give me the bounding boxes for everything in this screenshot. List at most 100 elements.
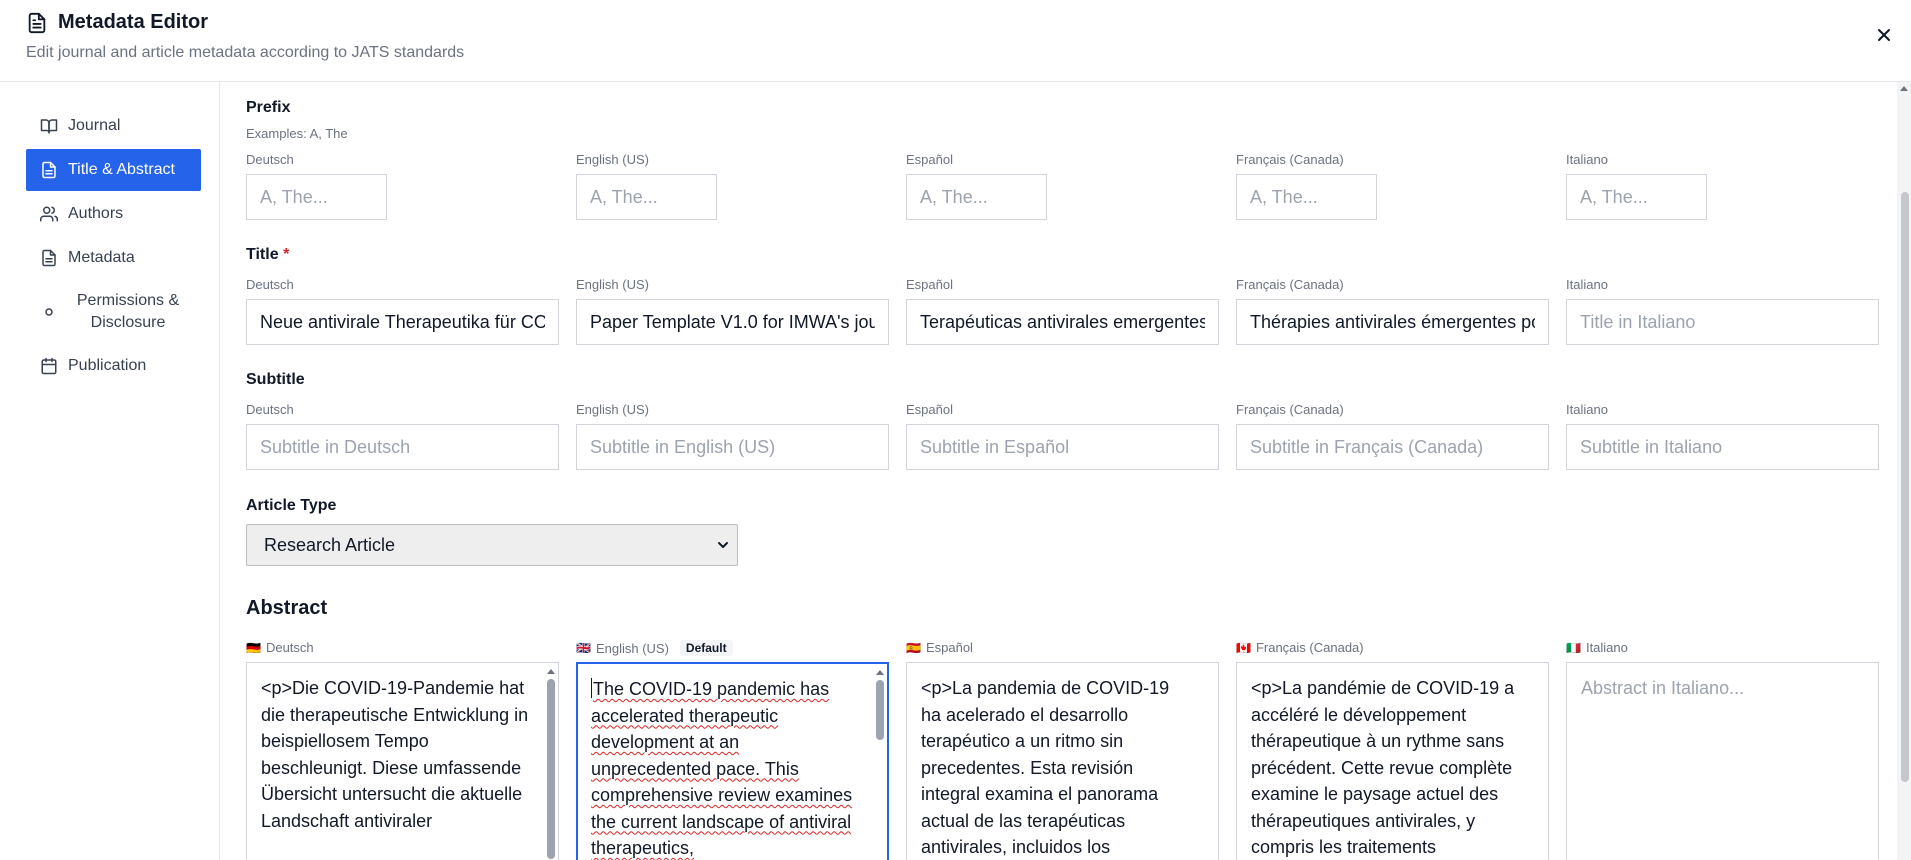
- document-icon: [28, 12, 46, 33]
- lang-label-it: Italiano: [1566, 152, 1608, 167]
- subtitle-input-en[interactable]: [576, 424, 889, 470]
- lang-label-es: Español: [906, 152, 953, 167]
- abstract-text-en: The COVID-19 pandemic has accelerated th…: [591, 676, 874, 860]
- lang-label-de: Deutsch: [246, 152, 294, 167]
- prefix-input-fr[interactable]: [1236, 174, 1377, 220]
- sidebar-item-label: Authors: [68, 205, 124, 222]
- sidebar-item-label: Permissions & Disclosure: [76, 292, 180, 331]
- lang-label-de: Deutsch: [246, 402, 294, 417]
- sidebar-item-label: Metadata: [68, 249, 135, 266]
- abstract-lang-label-fr: 🇨🇦 Français (Canada): [1236, 640, 1364, 655]
- scroll-up-arrow-icon[interactable]: [1900, 86, 1908, 91]
- subtitle-input-es[interactable]: [906, 424, 1219, 470]
- prefix-label: Prefix: [246, 99, 291, 116]
- document-icon: [42, 249, 56, 267]
- document-icon: [42, 161, 56, 179]
- close-button[interactable]: [1873, 24, 1895, 46]
- sidebar-item-label: Journal: [68, 117, 121, 134]
- lang-label-en: English (US): [576, 402, 649, 417]
- sidebar-item-publication[interactable]: Publication: [26, 345, 201, 387]
- page-title: Metadata Editor: [58, 11, 209, 33]
- textarea-scrollbar[interactable]: [875, 668, 885, 860]
- title-row: Metadata Editor: [26, 11, 208, 34]
- abstract-text: <p>La pandémie de COVID-19 a accéléré le…: [1251, 678, 1515, 857]
- subtitle-input-it[interactable]: [1566, 424, 1879, 470]
- lang-label-fr: Français (Canada): [1236, 152, 1344, 167]
- abstract-textarea-de[interactable]: <p>Die COVID-19-Pandemie hat die therape…: [246, 662, 559, 860]
- abstract-textarea-es[interactable]: <p>La pandemia de COVID-19 ha acelerado …: [906, 662, 1219, 860]
- title-label-text: Title: [246, 246, 279, 263]
- abstract-textarea-fr[interactable]: <p>La pandémie de COVID-19 a accéléré le…: [1236, 662, 1549, 860]
- scroll-thumb[interactable]: [1901, 192, 1909, 782]
- title-input-de[interactable]: [246, 299, 559, 345]
- text-caret: [591, 678, 592, 698]
- abstract-placeholder: Abstract in Italiano...: [1581, 678, 1745, 698]
- subtitle-input-fr[interactable]: [1236, 424, 1549, 470]
- title-label: Title *: [246, 246, 289, 264]
- flag-de-icon: 🇩🇪: [246, 640, 261, 655]
- subtitle-input-de[interactable]: [246, 424, 559, 470]
- sidebar-item-metadata[interactable]: Metadata: [26, 237, 201, 279]
- article-type-value: Research Article: [264, 534, 396, 555]
- sidebar-item-authors[interactable]: Authors: [26, 193, 201, 235]
- sidebar-item-journal[interactable]: Journal: [26, 105, 201, 147]
- sidebar-item-label: Publication: [68, 357, 147, 374]
- abstract-lang-text: Français (Canada): [1255, 640, 1364, 655]
- sidebar-item-title-abstract[interactable]: Title & Abstract: [26, 149, 201, 191]
- abstract-text: <p>Die COVID-19-Pandemie hat die therape…: [261, 678, 529, 831]
- flag-es-icon: 🇪🇸: [906, 640, 921, 655]
- close-icon: [1878, 29, 1890, 41]
- abstract-heading: Abstract: [246, 597, 328, 619]
- sidebar-item-label: Title & Abstract: [68, 161, 175, 178]
- article-type-label: Article Type: [246, 497, 337, 514]
- lang-label-fr: Français (Canada): [1236, 277, 1344, 292]
- main-content: Prefix Examples: A, The Deutsch English …: [221, 82, 1911, 860]
- flag-ca-icon: 🇨🇦: [1236, 640, 1251, 655]
- textarea-scrollbar[interactable]: [546, 667, 556, 860]
- users-icon: [40, 206, 58, 222]
- abstract-text: <p>La pandemia de COVID-19 ha acelerado …: [921, 678, 1170, 857]
- prefix-input-es[interactable]: [906, 174, 1047, 220]
- abstract-lang-text: Deutsch: [265, 640, 314, 655]
- sidebar: Journal Title & Abstract Authors Metadat…: [0, 82, 220, 860]
- lang-label-es: Español: [906, 277, 953, 292]
- abstract-lang-text: English (US): [595, 640, 669, 656]
- prefix-input-de[interactable]: [246, 174, 387, 220]
- abstract-lang-label-de: 🇩🇪 Deutsch: [246, 640, 314, 655]
- prefix-input-it[interactable]: [1566, 174, 1707, 220]
- lang-label-en: English (US): [576, 277, 649, 292]
- title-input-fr[interactable]: [1236, 299, 1549, 345]
- lang-label-it: Italiano: [1566, 402, 1608, 417]
- prefix-input-en[interactable]: [576, 174, 717, 220]
- abstract-textarea-it[interactable]: Abstract in Italiano...: [1566, 662, 1879, 860]
- required-marker: *: [283, 246, 290, 263]
- abstract-lang-label-it: 🇮🇹 Italiano: [1566, 640, 1628, 655]
- abstract-text: The COVID-19 pandemic has accelerated th…: [591, 679, 853, 858]
- lang-label-es: Español: [906, 402, 953, 417]
- book-icon: [40, 119, 58, 134]
- flag-gb-icon: 🇬🇧: [576, 641, 591, 655]
- abstract-textarea-en[interactable]: The COVID-19 pandemic has accelerated th…: [576, 662, 889, 860]
- abstract-lang-text: Español: [925, 640, 973, 655]
- page-scrollbar[interactable]: [1897, 82, 1911, 860]
- title-input-en[interactable]: [576, 299, 889, 345]
- abstract-lang-label-en: 🇬🇧 English (US) Default: [576, 640, 733, 656]
- lang-label-fr: Français (Canada): [1236, 402, 1344, 417]
- title-input-it[interactable]: [1566, 299, 1879, 345]
- lang-label-de: Deutsch: [246, 277, 294, 292]
- page-subtitle: Edit journal and article metadata accord…: [26, 44, 465, 61]
- abstract-lang-text: Italiano: [1585, 640, 1628, 655]
- abstract-lang-label-es: 🇪🇸 Español: [906, 640, 973, 655]
- prefix-hint: Examples: A, The: [246, 126, 348, 141]
- article-type-select[interactable]: Research Article: [246, 524, 738, 566]
- lang-label-it: Italiano: [1566, 277, 1608, 292]
- sidebar-item-permissions[interactable]: Permissions & Disclosure: [26, 281, 201, 343]
- subtitle-label: Subtitle: [246, 371, 305, 388]
- circle-icon: [45, 308, 53, 316]
- title-input-es[interactable]: [906, 299, 1219, 345]
- chevron-down-icon: [718, 542, 728, 548]
- editor-header: Metadata Editor Edit journal and article…: [0, 0, 1911, 82]
- default-badge: Default: [679, 640, 733, 656]
- flag-it-icon: 🇮🇹: [1566, 640, 1581, 655]
- calendar-icon: [41, 357, 57, 375]
